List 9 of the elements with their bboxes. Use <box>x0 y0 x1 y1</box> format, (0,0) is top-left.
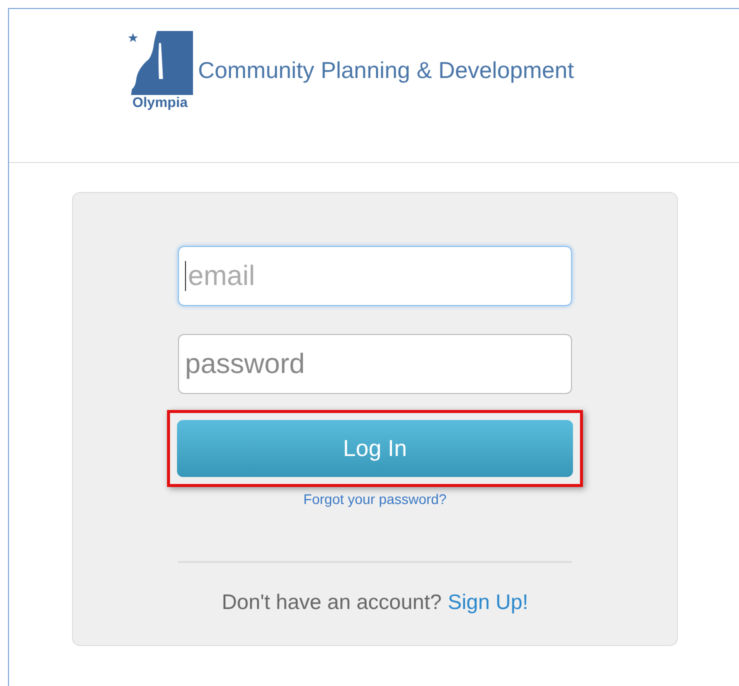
input-field[interactable]: password <box>178 334 572 394</box>
signup-link[interactable]: Sign Up! <box>448 591 528 615</box>
logo-text: Olympia <box>132 95 188 109</box>
signup-prompt: Don't have an account? <box>222 591 442 615</box>
login-button[interactable]: Log In <box>177 420 573 477</box>
site-title: Community Planning & Development <box>198 57 574 84</box>
dome-logo-icon <box>127 29 193 97</box>
input-field[interactable]: email <box>178 246 572 306</box>
forgot-password-link[interactable]: Forgot your password? <box>303 491 447 507</box>
